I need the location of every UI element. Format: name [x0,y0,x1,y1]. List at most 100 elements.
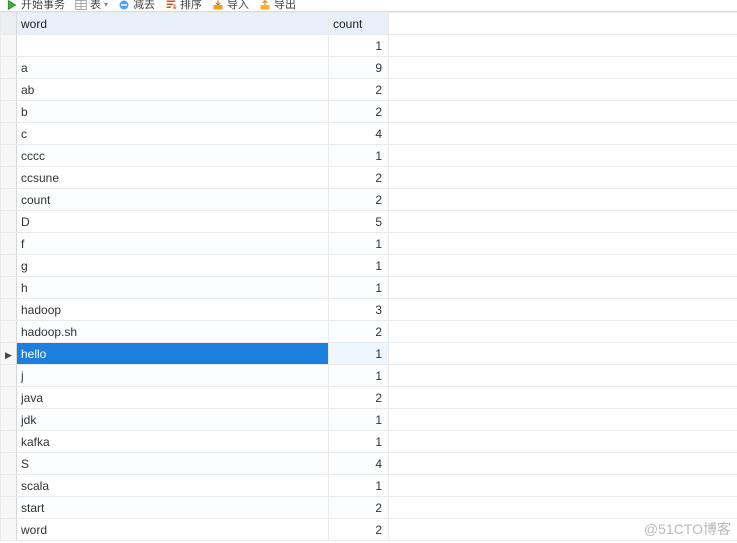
column-header-word[interactable]: word [17,13,329,35]
cell-word[interactable]: g [17,255,329,277]
row-gutter[interactable] [1,343,17,365]
toolbar-export-button[interactable]: 导出 [259,0,296,11]
cell-word[interactable]: hadoop.sh [17,321,329,343]
table-row[interactable]: c4 [1,123,737,145]
table-row[interactable]: ab2 [1,79,737,101]
row-gutter[interactable] [1,321,17,343]
cell-word[interactable]: kafka [17,431,329,453]
row-gutter[interactable] [1,497,17,519]
cell-word[interactable]: hello [17,343,329,365]
cell-word[interactable]: start [17,497,329,519]
cell-word[interactable]: S [17,453,329,475]
cell-word[interactable]: h [17,277,329,299]
cell-count[interactable]: 5 [329,211,389,233]
cell-count[interactable]: 2 [329,79,389,101]
table-row[interactable]: g1 [1,255,737,277]
table-row[interactable]: jdk1 [1,409,737,431]
cell-word[interactable]: b [17,101,329,123]
cell-word[interactable]: j [17,365,329,387]
cell-count[interactable]: 2 [329,387,389,409]
cell-count[interactable]: 1 [329,255,389,277]
table-row[interactable]: 1 [1,35,737,57]
cell-count[interactable]: 1 [329,277,389,299]
cell-word[interactable]: ab [17,79,329,101]
cell-count[interactable]: 2 [329,519,389,541]
row-gutter[interactable] [1,145,17,167]
table-row[interactable]: scala1 [1,475,737,497]
cell-word[interactable]: c [17,123,329,145]
toolbar-minus-button[interactable]: 减去 [118,0,155,11]
row-gutter[interactable] [1,57,17,79]
cell-word[interactable]: scala [17,475,329,497]
table-row[interactable]: hadoop3 [1,299,737,321]
cell-count[interactable]: 2 [329,497,389,519]
row-gutter[interactable] [1,167,17,189]
cell-count[interactable]: 1 [329,233,389,255]
table-row[interactable]: j1 [1,365,737,387]
cell-count[interactable]: 1 [329,475,389,497]
cell-count[interactable]: 2 [329,167,389,189]
cell-count[interactable]: 4 [329,453,389,475]
cell-word[interactable]: count [17,189,329,211]
row-gutter[interactable] [1,189,17,211]
table-row[interactable]: ccsune2 [1,167,737,189]
cell-count[interactable]: 1 [329,343,389,365]
table-row[interactable]: D5 [1,211,737,233]
row-gutter[interactable] [1,79,17,101]
cell-count[interactable]: 2 [329,321,389,343]
table-row[interactable]: kafka1 [1,431,737,453]
row-gutter[interactable] [1,233,17,255]
cell-word[interactable]: java [17,387,329,409]
row-gutter[interactable] [1,387,17,409]
cell-count[interactable]: 1 [329,409,389,431]
row-gutter[interactable] [1,519,17,541]
toolbar-sort-button[interactable]: 排序 [165,0,202,11]
row-gutter[interactable] [1,431,17,453]
cell-count[interactable]: 1 [329,35,389,57]
toolbar-table-button[interactable]: 表▾ [75,0,108,11]
cell-word[interactable]: hadoop [17,299,329,321]
table-row[interactable]: hello1 [1,343,737,365]
cell-word[interactable]: word [17,519,329,541]
cell-count[interactable]: 3 [329,299,389,321]
cell-word[interactable]: f [17,233,329,255]
cell-count[interactable]: 1 [329,145,389,167]
row-gutter[interactable] [1,475,17,497]
table-row[interactable]: h1 [1,277,737,299]
cell-word[interactable]: ccsune [17,167,329,189]
table-row[interactable]: count2 [1,189,737,211]
cell-count[interactable]: 2 [329,101,389,123]
table-row[interactable]: word2 [1,519,737,541]
table-row[interactable]: cccc1 [1,145,737,167]
column-header-count[interactable]: count [329,13,389,35]
table-row[interactable]: start2 [1,497,737,519]
cell-word[interactable]: jdk [17,409,329,431]
table-row[interactable]: S4 [1,453,737,475]
cell-word[interactable]: D [17,211,329,233]
row-gutter[interactable] [1,365,17,387]
cell-count[interactable]: 4 [329,123,389,145]
table-row[interactable]: a9 [1,57,737,79]
cell-word[interactable] [17,35,329,57]
row-gutter[interactable] [1,211,17,233]
table-row[interactable]: java2 [1,387,737,409]
row-gutter[interactable] [1,277,17,299]
row-gutter[interactable] [1,101,17,123]
table-row[interactable]: b2 [1,101,737,123]
cell-count[interactable]: 1 [329,431,389,453]
row-gutter[interactable] [1,453,17,475]
cell-word[interactable]: cccc [17,145,329,167]
row-gutter[interactable] [1,35,17,57]
cell-count[interactable]: 9 [329,57,389,79]
cell-count[interactable]: 1 [329,365,389,387]
table-row[interactable]: f1 [1,233,737,255]
table-row[interactable]: hadoop.sh2 [1,321,737,343]
row-gutter[interactable] [1,299,17,321]
row-gutter[interactable] [1,255,17,277]
toolbar-run-button[interactable]: 开始事务 [6,0,65,11]
toolbar-import-button[interactable]: 导入 [212,0,249,11]
cell-count[interactable]: 2 [329,189,389,211]
row-gutter[interactable] [1,409,17,431]
row-gutter[interactable] [1,123,17,145]
cell-word[interactable]: a [17,57,329,79]
